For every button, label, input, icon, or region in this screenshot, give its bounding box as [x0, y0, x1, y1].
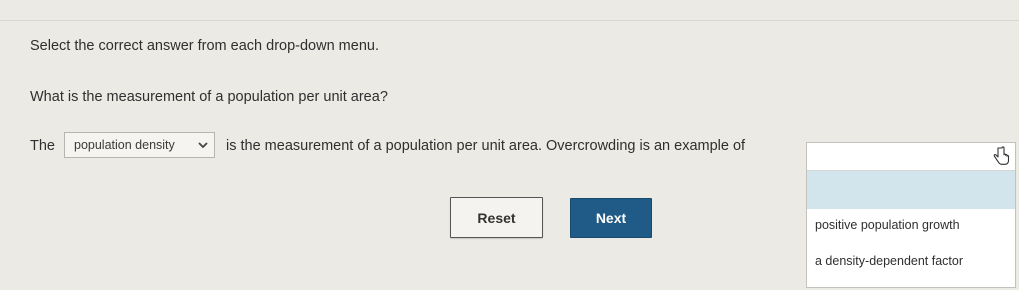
answer-dropdown-1[interactable]: population density [64, 132, 215, 158]
dropdown-2-option-blank[interactable] [807, 171, 1015, 209]
hand-pointer-icon [993, 146, 1010, 165]
chevron-down-icon [198, 142, 208, 149]
top-divider [0, 20, 1019, 21]
question-text: What is the measurement of a population … [30, 89, 388, 105]
answer-dropdown-2[interactable]: positive population growth a density-dep… [806, 142, 1016, 288]
sentence-prefix: The [30, 138, 55, 154]
dropdown-1-selected-value: population density [74, 138, 175, 152]
sentence-suffix: is the measurement of a population per u… [226, 138, 746, 154]
reset-button[interactable]: Reset [450, 197, 543, 238]
next-button[interactable]: Next [570, 198, 652, 238]
dropdown-2-selected-field[interactable] [807, 143, 1015, 171]
dropdown-2-option-positive-growth[interactable]: positive population growth [807, 213, 1015, 237]
instruction-text: Select the correct answer from each drop… [30, 38, 379, 54]
dropdown-2-option-density-dependent[interactable]: a density-dependent factor [807, 249, 1015, 273]
